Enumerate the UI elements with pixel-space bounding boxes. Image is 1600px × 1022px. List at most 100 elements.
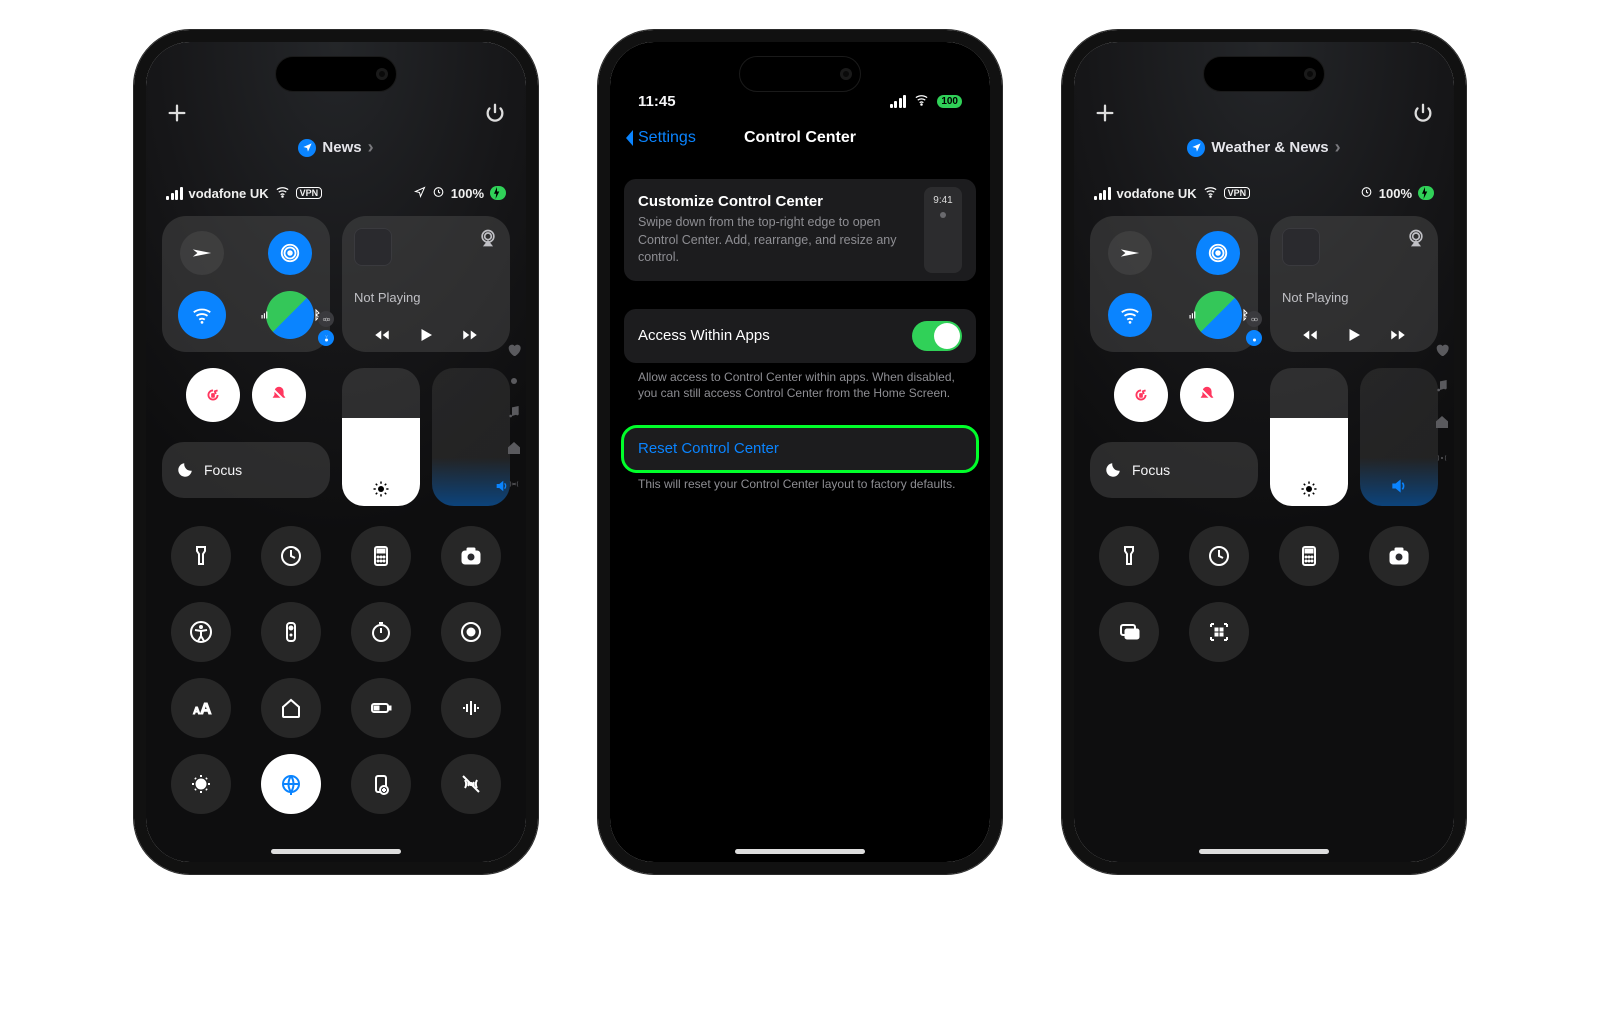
airplane-mode-toggle[interactable] [180,231,224,275]
bluetooth-cellular-toggle[interactable] [266,291,314,339]
breadcrumb-caption[interactable]: Weather & News › [1090,137,1438,158]
night-shift-icon[interactable] [171,754,231,814]
location-services-icon [298,139,316,157]
add-control-button[interactable] [166,102,188,129]
access-within-apps-note: Allow access to Control Center within ap… [624,363,976,403]
satellite-icon [318,330,334,346]
power-button[interactable] [484,102,506,129]
connectivity-group[interactable] [1090,216,1258,352]
add-control-button[interactable] [1094,102,1116,129]
silent-mode-toggle[interactable] [252,368,306,422]
page-indicator[interactable] [506,342,522,492]
location-services-icon [1187,139,1205,157]
focus-label: Focus [204,462,242,478]
camera-icon[interactable] [441,526,501,586]
signal-off-icon[interactable] [441,754,501,814]
screen-record-icon[interactable] [441,602,501,662]
chevron-right-icon: › [368,137,374,158]
nav-bar: Settings Control Center [610,129,990,157]
accessibility-icon[interactable] [171,602,231,662]
sound-recognition-icon[interactable] [441,678,501,738]
status-bar: vodafone UK VPN 100% [162,184,510,202]
wifi-toggle[interactable] [178,291,226,339]
forward-icon[interactable] [461,326,479,344]
power-button[interactable] [1412,102,1434,129]
stopwatch-icon[interactable] [351,602,411,662]
carrier-label: vodafone UK [1117,186,1197,201]
card-description: Swipe down from the top-right edge to op… [638,214,920,267]
calculator-icon[interactable] [1279,526,1339,586]
heart-icon [506,342,522,358]
control-center-customize-screen: Weather & News › vodafone UK VPN 100% [1074,42,1454,862]
location-arrow-icon [414,186,426,201]
brightness-slider[interactable] [342,368,420,506]
volume-slider[interactable] [1360,368,1438,506]
reset-note: This will reset your Control Center layo… [624,470,976,493]
remote-icon[interactable] [261,602,321,662]
flashlight-icon[interactable] [1099,526,1159,586]
phone-frame-right: Weather & News › vodafone UK VPN 100% [1062,30,1466,874]
timer-icon[interactable] [261,526,321,586]
vpn-badge: VPN [1224,187,1251,199]
page-dot [511,378,517,384]
wifi-toggle[interactable] [1108,293,1152,337]
back-button[interactable]: Settings [622,128,696,148]
screen-mirror-icon[interactable] [1099,602,1159,662]
flashlight-icon[interactable] [171,526,231,586]
airplay-icon[interactable] [478,228,498,253]
dynamic-island [1203,56,1325,92]
dynamic-island [739,56,861,92]
play-icon[interactable] [1345,326,1363,344]
cell-signal-icon [890,95,907,108]
home-icon[interactable] [261,678,321,738]
reset-control-center-button[interactable]: Reset Control Center [624,428,976,470]
focus-button[interactable]: Focus [162,442,330,498]
translate-icon[interactable] [261,754,321,814]
radio-icon [1434,450,1450,466]
phone-frame-middle: 11:45 100 Settings Control Center Custom… [598,30,1002,874]
chevron-right-icon: › [1335,137,1341,158]
timer-icon[interactable] [1189,526,1249,586]
now-playing-group[interactable]: Not Playing [1270,216,1438,352]
status-bar: vodafone UK VPN 100% [1090,184,1438,202]
radio-icon [506,476,522,492]
media-artwork-placeholder [354,228,392,266]
now-playing-label: Not Playing [354,290,498,305]
qr-code-icon[interactable] [1189,602,1249,662]
airdrop-toggle[interactable] [268,231,312,275]
airplay-icon[interactable] [1406,228,1426,253]
forward-icon[interactable] [1389,326,1407,344]
home-indicator[interactable] [271,849,401,854]
calculator-icon[interactable] [351,526,411,586]
connectivity-group[interactable] [162,216,330,352]
breadcrumb-caption[interactable]: News › [162,137,510,158]
home-indicator[interactable] [1199,849,1329,854]
airdrop-toggle[interactable] [1196,231,1240,275]
silent-mode-toggle[interactable] [1180,368,1234,422]
airplane-mode-toggle[interactable] [1108,231,1152,275]
focus-label: Focus [1132,462,1170,478]
home-page-icon [506,440,522,456]
play-icon[interactable] [417,326,435,344]
customize-control-center-card[interactable]: Customize Control Center Swipe down from… [624,179,976,281]
text-size-icon[interactable]: AA [171,678,231,738]
vpn-badge: VPN [296,187,323,199]
brightness-slider[interactable] [1270,368,1348,506]
now-playing-group[interactable]: Not Playing [342,216,510,352]
personal-hotspot-icon [318,311,334,327]
orientation-lock-toggle[interactable] [186,368,240,422]
volume-slider[interactable] [432,368,510,506]
orientation-lock-toggle[interactable] [1114,368,1168,422]
camera-icon[interactable] [1369,526,1429,586]
rewind-icon[interactable] [373,326,391,344]
page-indicator[interactable] [1434,342,1450,466]
svg-text:A: A [200,701,212,718]
wallpaper-icon[interactable] [351,754,411,814]
rewind-icon[interactable] [1301,326,1319,344]
home-indicator[interactable] [735,849,865,854]
access-within-apps-toggle[interactable] [912,321,962,351]
home-page-icon [1434,414,1450,430]
bluetooth-cellular-toggle[interactable] [1194,291,1242,339]
low-power-icon[interactable] [351,678,411,738]
focus-button[interactable]: Focus [1090,442,1258,498]
